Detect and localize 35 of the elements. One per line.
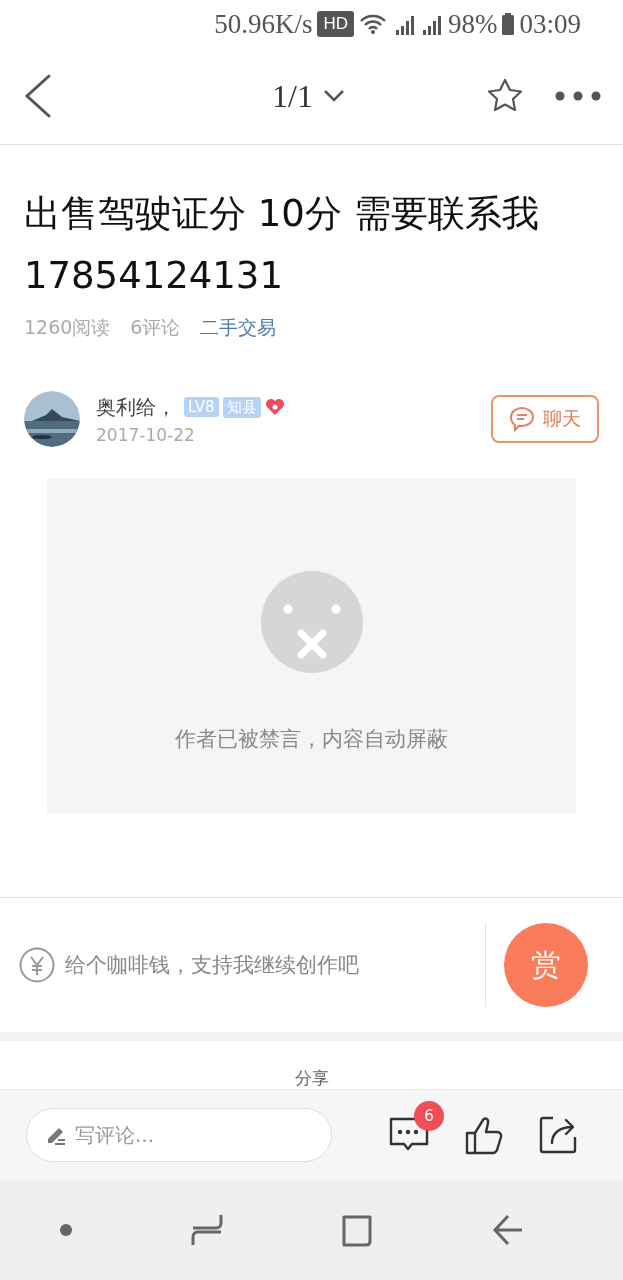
back-icon[interactable]	[24, 74, 52, 118]
author-name[interactable]: 奥利给，	[96, 393, 176, 421]
chat-button[interactable]: 聊天	[491, 395, 599, 443]
share-heading: 分享	[294, 1067, 329, 1089]
chevron-down-icon[interactable]	[322, 89, 345, 103]
blocked-notice: 作者已被禁言，内容自动屏蔽	[175, 726, 448, 753]
more-icon[interactable]	[555, 91, 601, 101]
reward-prompt: 给个咖啡钱，支持我继续创作吧	[65, 952, 359, 979]
thumbs-up-icon[interactable]	[464, 1115, 504, 1155]
home-icon[interactable]	[341, 1213, 374, 1247]
dot-icon[interactable]	[59, 1223, 74, 1237]
hd-badge: HD	[317, 11, 354, 37]
network-speed: 50.96K/s	[214, 8, 313, 40]
comment-count: 6评论	[130, 315, 181, 340]
rank-badge: 知县	[222, 396, 261, 418]
speech-bubble-icon	[509, 406, 535, 432]
clock: 03:09	[519, 8, 581, 40]
level-badge: LV8	[184, 397, 219, 417]
yen-coin-icon	[19, 947, 55, 983]
battery-level: 98%	[448, 8, 498, 40]
article-title: 出售驾驶证分 10分 需要联系我17854124131	[24, 191, 540, 299]
comment-field[interactable]: 写评论...	[26, 1108, 332, 1162]
page-counter[interactable]: 1/1	[272, 77, 313, 115]
blocked-face-icon	[260, 571, 363, 673]
avatar	[24, 391, 80, 447]
heart-icon	[264, 398, 285, 416]
recent-apps-icon[interactable]	[191, 1213, 224, 1247]
battery-icon	[502, 12, 515, 36]
tip-button[interactable]: 赏	[504, 923, 588, 1007]
post-date: 2017-10-22	[96, 424, 196, 445]
share-icon[interactable]	[538, 1115, 578, 1155]
read-count: 1260阅读	[24, 315, 111, 340]
category-link[interactable]: 二手交易	[200, 315, 277, 341]
back-arrow-icon[interactable]	[491, 1213, 524, 1247]
comment-count-badge: 6	[414, 1101, 444, 1131]
